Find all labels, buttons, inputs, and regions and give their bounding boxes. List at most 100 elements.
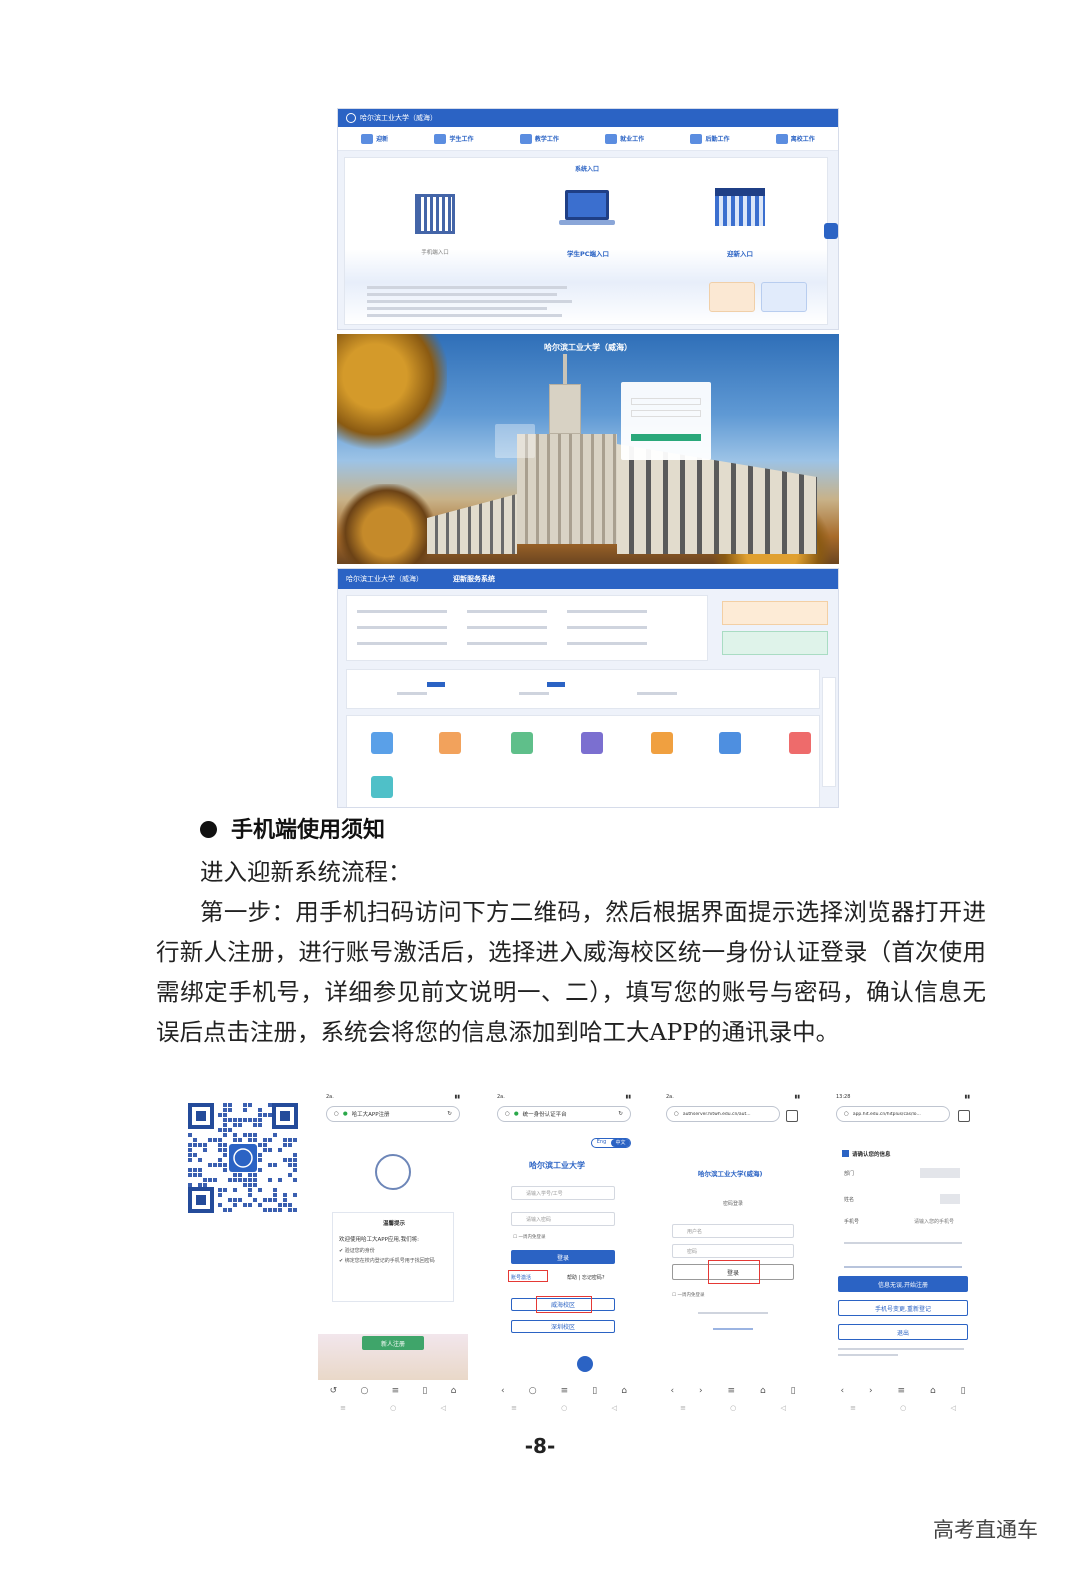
login-side-panel <box>495 424 535 458</box>
forward-icon[interactable]: › <box>869 1386 873 1400</box>
home-icon[interactable]: ⌂ <box>930 1386 936 1400</box>
bullet-icon <box>200 821 217 838</box>
help-link[interactable]: 帮助 | 忘记密码? <box>567 1274 605 1281</box>
notice-item: ✔ 绑定您在校内登记的手机号用于找回密码 <box>339 1258 435 1264</box>
promo-card[interactable] <box>761 282 807 312</box>
back-icon[interactable]: ↺ <box>330 1386 338 1400</box>
service-icon[interactable] <box>651 732 673 754</box>
menu-icon[interactable]: ≡ <box>392 1386 400 1400</box>
service-icon[interactable] <box>581 732 603 754</box>
login-button[interactable] <box>631 434 701 441</box>
info-header: 哈尔滨工业大学（威海） 迎新服务系统 <box>338 569 838 589</box>
remember-checkbox[interactable]: ☐ 一周内免登录 <box>672 1292 704 1298</box>
service-icon[interactable] <box>371 732 393 754</box>
laptop-base <box>559 220 615 225</box>
url-bar[interactable]: ○ authserver.hitwh.edu.cn/aut... <box>666 1106 780 1122</box>
password-input[interactable]: 请输入密码 <box>511 1212 615 1226</box>
browser-nav: ‹ › ≡ ⌂ ▯ <box>828 1386 978 1400</box>
service-icon[interactable] <box>789 732 811 754</box>
back-icon[interactable]: ‹ <box>670 1386 674 1400</box>
spire <box>563 354 567 384</box>
portal-header: 哈尔滨工业大学（威海） <box>338 109 838 127</box>
promo-card[interactable] <box>709 282 755 312</box>
nav-item[interactable]: 学生工作 <box>434 133 474 144</box>
laptop-icon <box>565 190 609 220</box>
menu-icon[interactable]: ≡ <box>561 1386 569 1400</box>
info-screenshot: 哈尔滨工业大学（威海） 迎新服务系统 <box>337 568 839 808</box>
side-toolbar[interactable] <box>822 677 836 787</box>
wing-building <box>617 444 817 554</box>
tabs-icon[interactable]: ▯ <box>961 1386 966 1400</box>
username-input[interactable]: 用户名 <box>672 1224 794 1238</box>
bookmark-icon[interactable] <box>786 1110 798 1122</box>
menu-icon[interactable]: ≡ <box>727 1386 735 1400</box>
language-toggle[interactable]: Eng 中文 <box>591 1138 631 1148</box>
status-card[interactable] <box>722 601 828 625</box>
username-input[interactable] <box>631 398 701 405</box>
back-icon[interactable]: ‹ <box>501 1386 505 1400</box>
nav-item[interactable]: 后勤工作 <box>690 133 729 144</box>
phone-screenshot-4: 13:28 ▮▮ ○ app.hit.edu.cn/hitplus/cas/lo..… <box>828 1090 978 1420</box>
chat-icon[interactable] <box>577 1356 593 1372</box>
home-icon[interactable]: ⌂ <box>760 1386 766 1400</box>
phone-input[interactable]: 请输入您的手机号 <box>914 1218 954 1225</box>
service-icon[interactable] <box>511 732 533 754</box>
refresh-icon[interactable]: ↻ <box>447 1111 452 1117</box>
tabs-icon[interactable]: ▯ <box>592 1386 597 1400</box>
menu-icon[interactable]: ≡ <box>897 1386 905 1400</box>
notice-line <box>367 314 562 317</box>
remember-checkbox[interactable]: ☐ 一周内免登录 <box>513 1234 545 1240</box>
url-bar[interactable]: ○ ● 统一身份认证平台 ↻ <box>497 1106 631 1122</box>
section-intro: 进入迎新系统流程： <box>200 858 412 886</box>
confirm-register-button[interactable]: 信息无误,开始注册 <box>838 1276 968 1292</box>
school-logo-icon <box>346 113 356 123</box>
service-icon[interactable] <box>719 732 741 754</box>
search-icon[interactable]: ○ <box>529 1386 537 1400</box>
phone-screenshot-2: 2a. ▮▮ ○ ● 统一身份认证平台 ↻ Eng 中文 哈尔滨工业大学 请输入学号/工号… <box>489 1090 639 1420</box>
phone-screenshot-1: 2a. ▮▮ ○ ● 哈工大APP注册 ↻ 温馨提示 欢迎使用哈工大APP应用,我们将:… <box>318 1090 468 1420</box>
tabs-icon[interactable]: ▯ <box>422 1386 427 1400</box>
watermark: 高考直通车 <box>933 1518 1038 1542</box>
url-text: 统一身份认证平台 <box>522 1112 567 1118</box>
bookmark-icon[interactable] <box>958 1110 970 1122</box>
url-bar[interactable]: ○ ● 哈工大APP注册 ↻ <box>326 1106 460 1122</box>
password-input[interactable] <box>631 410 701 417</box>
system-nav: ≡ ○ ◁ <box>850 1404 956 1412</box>
search-icon[interactable]: ○ <box>360 1386 368 1400</box>
url-text: 哈工大APP注册 <box>351 1112 390 1118</box>
service-grid <box>346 715 820 807</box>
back-icon[interactable]: ‹ <box>840 1386 844 1400</box>
section-body: 第一步：用手机扫码访问下方二维码，然后根据界面提示选择浏览器打开进行新人注册，进… <box>156 898 986 1046</box>
service-icon[interactable] <box>371 776 393 798</box>
nav-item[interactable]: 迎新 <box>361 133 388 144</box>
status-card[interactable] <box>722 631 828 655</box>
page-number: -8- <box>524 1434 556 1458</box>
highlight-box <box>708 1260 760 1284</box>
entry-label[interactable]: 手机端入口 <box>405 248 465 256</box>
service-icon[interactable] <box>439 732 461 754</box>
password-input[interactable]: 密码 <box>672 1244 794 1258</box>
entry-label[interactable]: 迎新入口 <box>705 248 775 258</box>
nav-item[interactable]: 就业工作 <box>605 133 644 144</box>
home-icon[interactable]: ⌂ <box>621 1386 627 1400</box>
blurred-value <box>920 1168 960 1178</box>
login-card <box>621 382 711 460</box>
tabs-icon[interactable]: ▯ <box>791 1386 796 1400</box>
url-bar[interactable]: ○ app.hit.edu.cn/hitplus/cas/lo... <box>836 1106 950 1122</box>
browser-nav: ↺ ○ ≡ ▯ ⌂ <box>318 1386 468 1400</box>
username-input[interactable]: 请输入学号/工号 <box>511 1186 615 1200</box>
login-button[interactable]: 登录 <box>511 1250 615 1264</box>
qr-code-icon <box>415 194 455 234</box>
forward-icon[interactable]: › <box>699 1386 703 1400</box>
side-float-button[interactable] <box>824 223 838 239</box>
nav-item[interactable]: 离校工作 <box>775 133 815 144</box>
exit-button[interactable]: 退出 <box>838 1324 968 1340</box>
home-icon[interactable]: ⌂ <box>451 1386 457 1400</box>
register-button[interactable]: 新人注册 <box>362 1336 424 1350</box>
rebind-phone-button[interactable]: 手机号变更,重新登记 <box>838 1300 968 1316</box>
secure-icon: ● <box>342 1111 348 1117</box>
school-name: 哈尔滨工业大学（威海） <box>360 114 437 122</box>
nav-item[interactable]: 教学工作 <box>519 133 559 144</box>
entry-label[interactable]: 学生PC端入口 <box>550 248 626 258</box>
shenzhen-campus-button[interactable]: 深圳校区 <box>511 1320 615 1333</box>
